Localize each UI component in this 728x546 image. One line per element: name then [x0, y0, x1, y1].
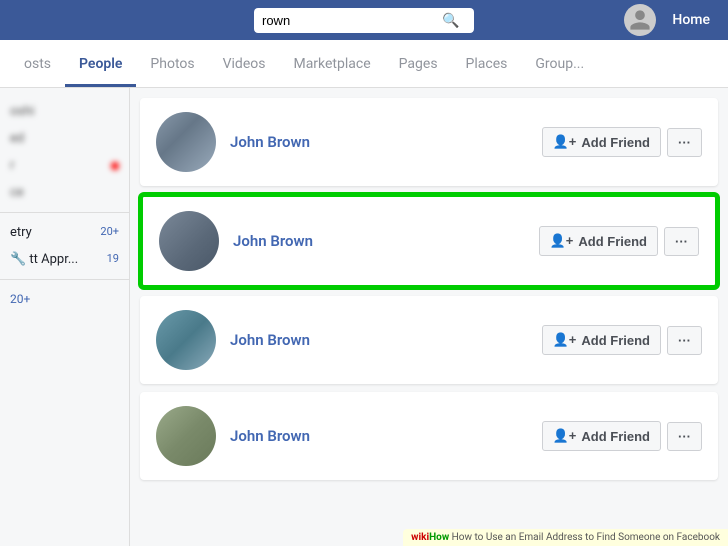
more-btn-3[interactable]: ···	[667, 326, 702, 355]
sidebar-item-3[interactable]: r	[0, 152, 129, 179]
more-btn-2[interactable]: ···	[664, 227, 699, 256]
add-friend-icon-2: 👤+	[550, 233, 574, 249]
tab-marketplace[interactable]: Marketplace	[279, 44, 384, 87]
add-friend-icon-1: 👤+	[553, 134, 577, 150]
tab-videos[interactable]: Videos	[209, 44, 280, 87]
avatar-1	[156, 112, 216, 172]
wikihow-attribution: wikiHow How to Use an Email Address to F…	[403, 529, 728, 546]
avatar-3	[156, 310, 216, 370]
add-friend-icon-4: 👤+	[553, 428, 577, 444]
avatar-4	[156, 406, 216, 466]
badge-5: 20+	[100, 225, 119, 238]
more-btn-4[interactable]: ···	[667, 422, 702, 451]
search-container: 🔍	[254, 8, 474, 33]
more-btn-1[interactable]: ···	[667, 128, 702, 157]
card-actions-1: 👤+ Add Friend ···	[542, 127, 702, 157]
top-navbar: 🔍 Home	[0, 0, 728, 40]
user-avatar[interactable]	[624, 4, 656, 36]
sidebar-item-1[interactable]: oshi	[0, 98, 129, 125]
tab-pages[interactable]: Pages	[385, 44, 452, 87]
person-name-2[interactable]: John Brown	[233, 232, 525, 250]
search-button[interactable]: 🔍	[442, 12, 459, 29]
top-nav-right: Home	[624, 4, 718, 36]
sidebar: oshi ed r ce etry 20+ 🔧 tt Appr... 19 20…	[0, 88, 130, 546]
add-friend-btn-4[interactable]: 👤+ Add Friend	[542, 421, 661, 451]
tab-people[interactable]: People	[65, 44, 136, 87]
person-card-3: John Brown 👤+ Add Friend ···	[140, 296, 718, 384]
badge-6: 19	[107, 252, 119, 265]
sidebar-bottom-badge: 20+	[0, 286, 129, 312]
tab-posts[interactable]: osts	[10, 44, 65, 87]
sidebar-divider-2	[0, 279, 129, 280]
sidebar-item-4[interactable]: ce	[0, 179, 129, 206]
card-actions-3: 👤+ Add Friend ···	[542, 325, 702, 355]
card-actions-2: 👤+ Add Friend ···	[539, 226, 699, 256]
main-content: oshi ed r ce etry 20+ 🔧 tt Appr... 19 20…	[0, 88, 728, 546]
sidebar-item-5[interactable]: etry 20+	[0, 219, 129, 246]
person-name-4[interactable]: John Brown	[230, 427, 528, 445]
wiki-text: wiki	[411, 532, 429, 543]
search-input[interactable]	[262, 13, 442, 28]
person-card-2: John Brown 👤+ Add Friend ···	[140, 194, 718, 288]
home-button[interactable]: Home	[664, 8, 718, 32]
add-friend-btn-2[interactable]: 👤+ Add Friend	[539, 226, 658, 256]
avatar-2	[159, 211, 219, 271]
add-friend-icon-3: 👤+	[553, 332, 577, 348]
person-card-4: John Brown 👤+ Add Friend ···	[140, 392, 718, 480]
person-name-1[interactable]: John Brown	[230, 133, 528, 151]
person-card-1: John Brown 👤+ Add Friend ···	[140, 98, 718, 186]
person-name-3[interactable]: John Brown	[230, 331, 528, 349]
sidebar-item-6[interactable]: 🔧 tt Appr... 19	[0, 246, 129, 273]
wikihow-description: How to Use an Email Address to Find Some…	[452, 532, 720, 543]
how-text: How	[429, 532, 449, 543]
card-actions-4: 👤+ Add Friend ···	[542, 421, 702, 451]
sidebar-item-2[interactable]: ed	[0, 125, 129, 152]
tab-photos[interactable]: Photos	[136, 44, 208, 87]
tab-places[interactable]: Places	[452, 44, 522, 87]
tabs-navbar: osts People Photos Videos Marketplace Pa…	[0, 40, 728, 88]
sidebar-divider	[0, 212, 129, 213]
add-friend-btn-1[interactable]: 👤+ Add Friend	[542, 127, 661, 157]
add-friend-btn-3[interactable]: 👤+ Add Friend	[542, 325, 661, 355]
notification-dot	[111, 162, 119, 170]
tab-groups[interactable]: Group...	[521, 44, 598, 87]
search-results: John Brown 👤+ Add Friend ··· John Brown …	[130, 88, 728, 546]
